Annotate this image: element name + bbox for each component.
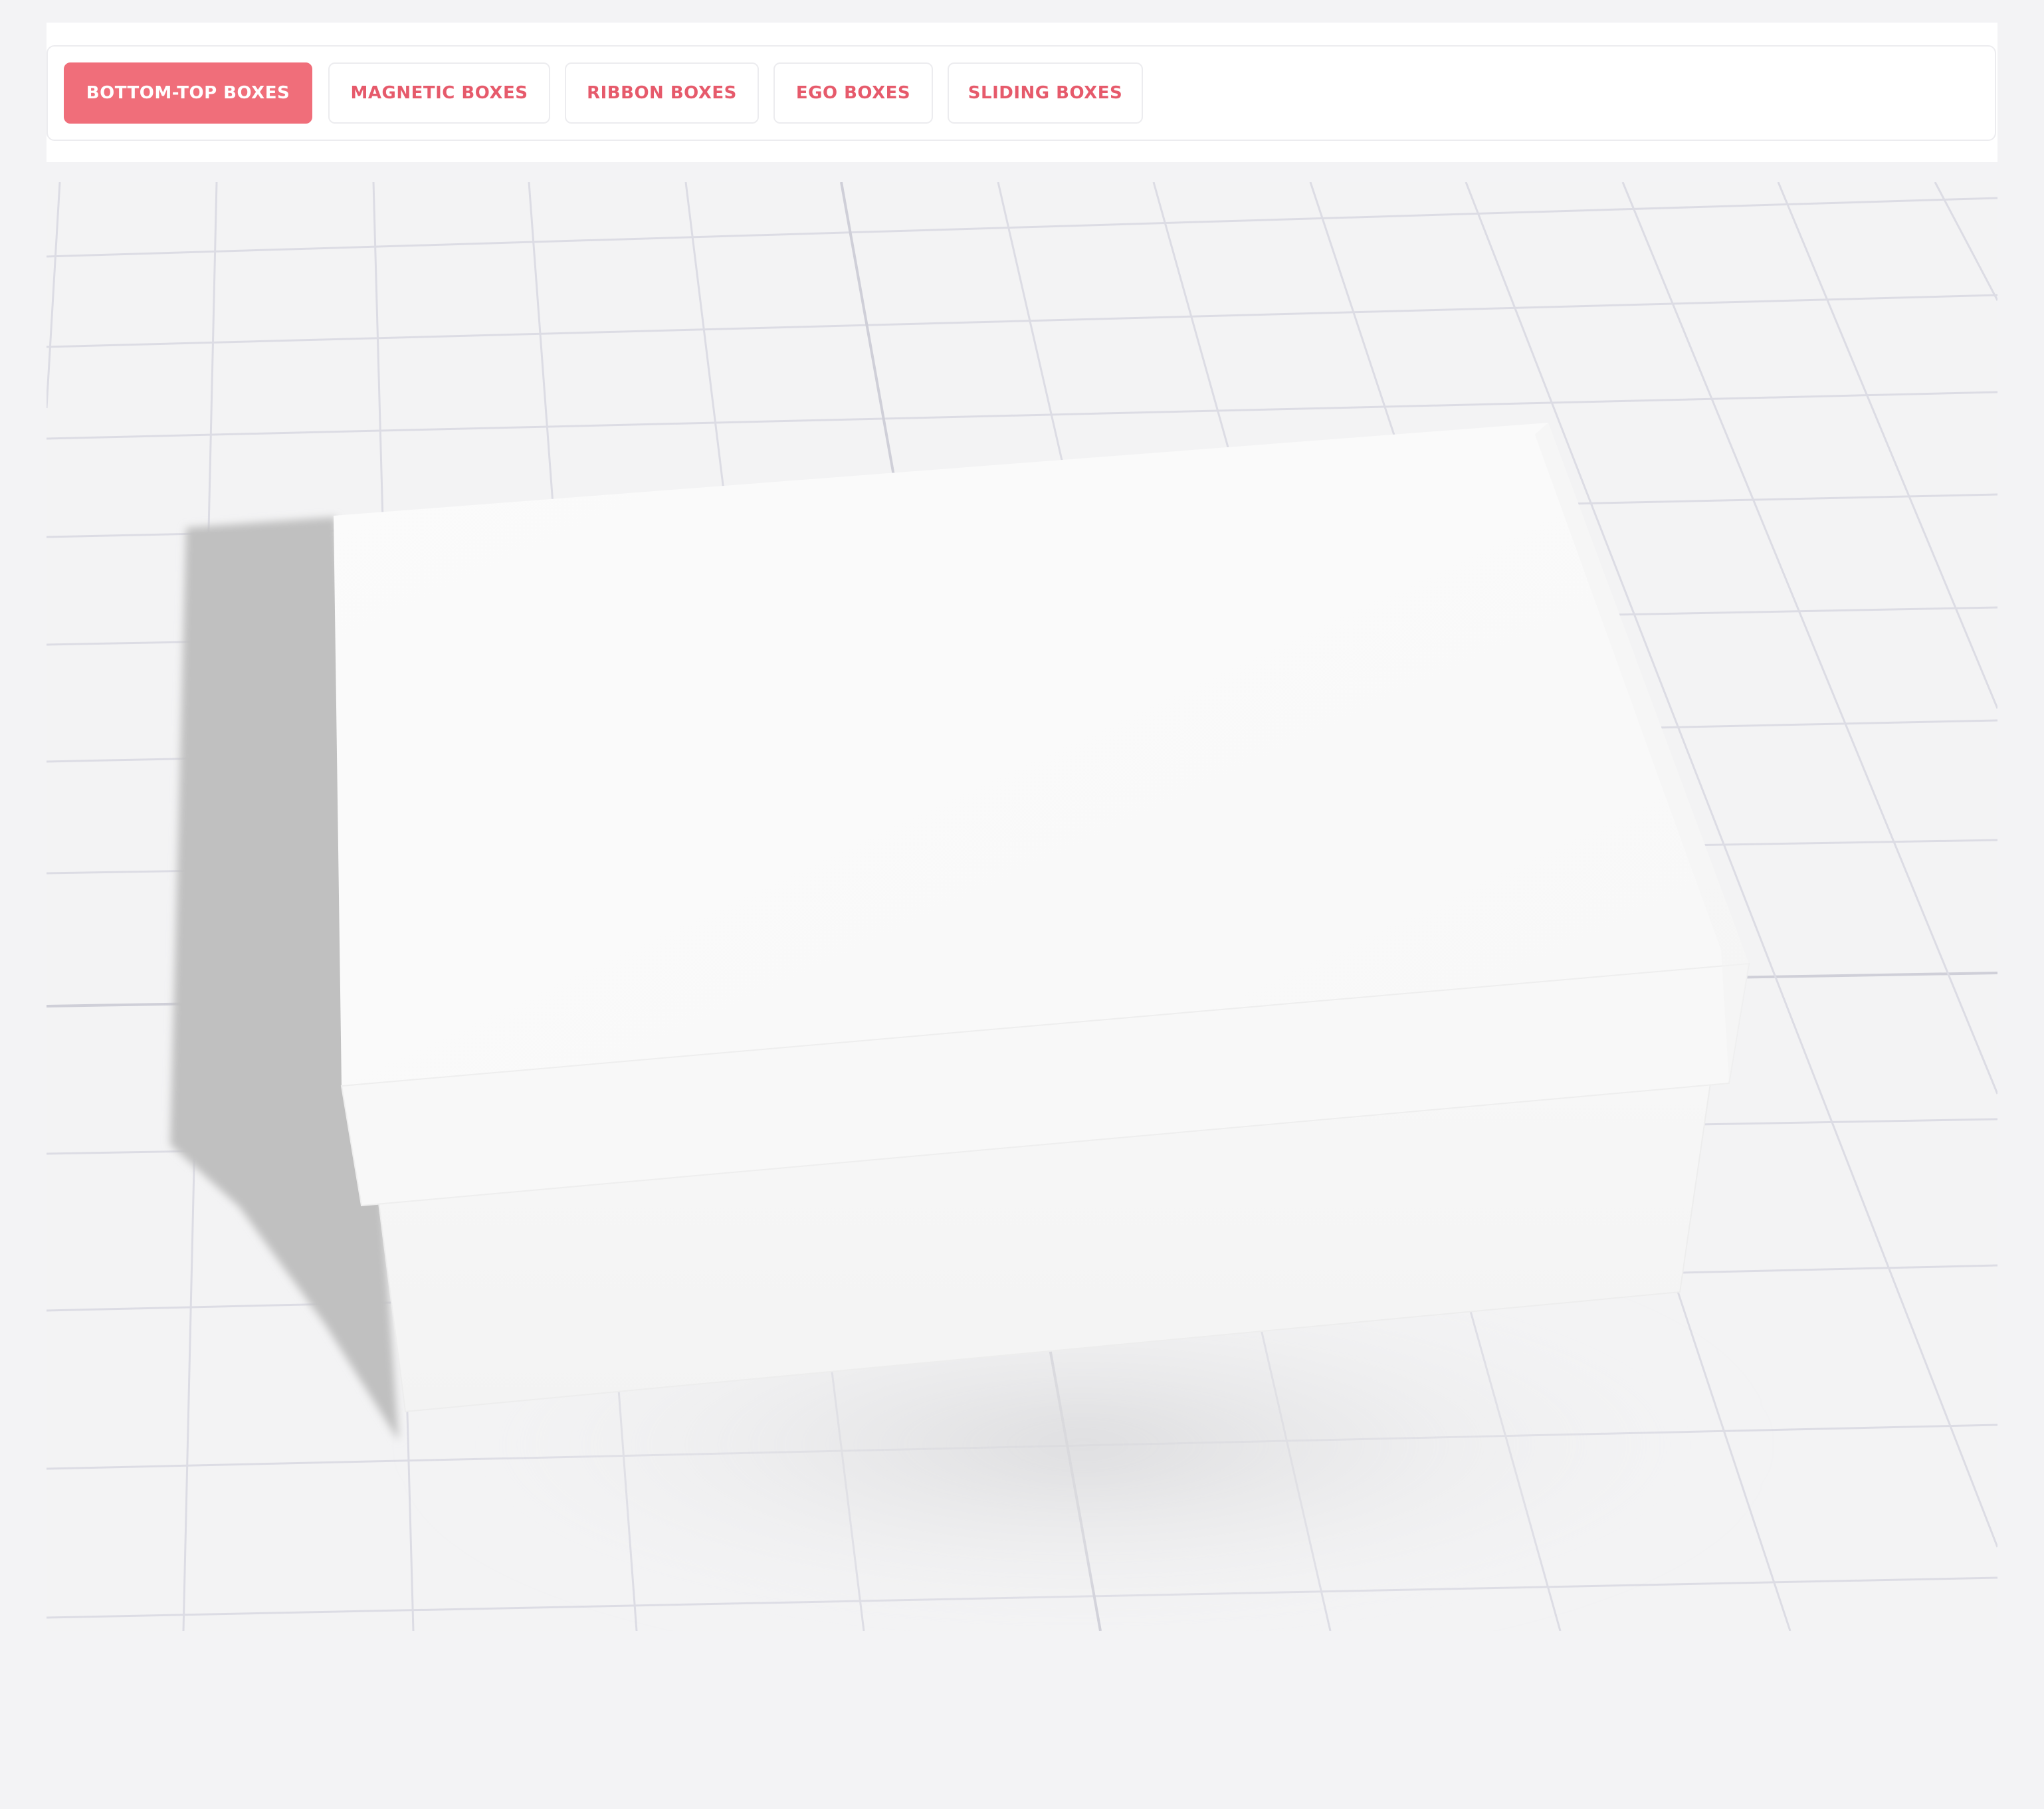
tab-ego-boxes[interactable]: EGO BOXES xyxy=(773,62,933,124)
tab-bottom-top-boxes[interactable]: BOTTOM-TOP BOXES xyxy=(64,62,312,124)
3d-scene[interactable] xyxy=(47,182,1997,1631)
box-type-tabs: BOTTOM-TOP BOXES MAGNETIC BOXES RIBBON B… xyxy=(47,45,1996,141)
3d-box-viewer[interactable] xyxy=(47,182,1997,1631)
tab-sliding-boxes[interactable]: SLIDING BOXES xyxy=(948,62,1143,124)
page: BOTTOM-TOP BOXES MAGNETIC BOXES RIBBON B… xyxy=(0,0,2044,1809)
box-lid xyxy=(334,423,1750,1207)
box-type-toolbar-container: BOTTOM-TOP BOXES MAGNETIC BOXES RIBBON B… xyxy=(47,23,1997,162)
tab-magnetic-boxes[interactable]: MAGNETIC BOXES xyxy=(328,62,550,124)
tab-ribbon-boxes[interactable]: RIBBON BOXES xyxy=(565,62,759,124)
